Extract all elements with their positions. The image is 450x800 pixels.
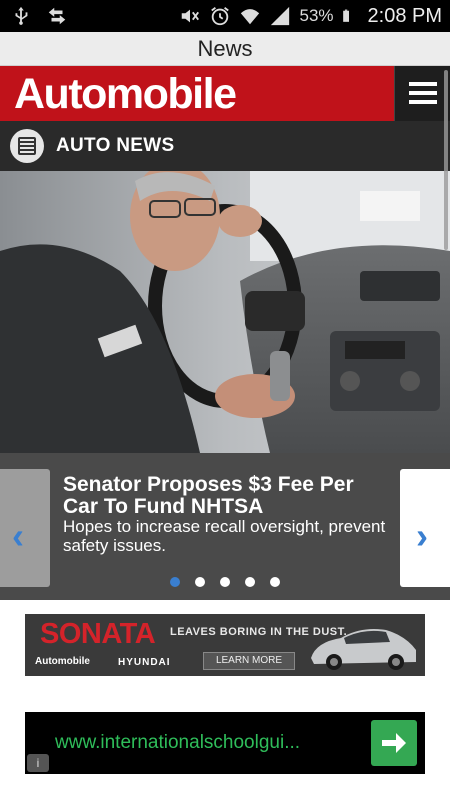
page-title: News (197, 36, 253, 61)
ad-hyundai-logo: HYUNDAI (118, 657, 171, 668)
chevron-left-icon: ‹ (12, 515, 24, 556)
brand-header: Automobile (0, 66, 450, 121)
ad-go-button[interactable] (371, 720, 417, 766)
headline-carousel[interactable]: ‹ Senator Proposes $3 Fee Per Car To Fun… (0, 453, 450, 600)
hero-photo (0, 171, 450, 453)
carousel-dot[interactable] (170, 577, 180, 587)
menu-bar-icon (409, 91, 437, 95)
scroll-indicator[interactable] (444, 70, 448, 250)
ad-automobile-logo: Automobile (35, 656, 90, 667)
section-bar[interactable]: AUTO NEWS (0, 121, 450, 171)
screen: 53% 2:08 PM News Automobile AUTO NEWS ‹ … (0, 0, 450, 800)
sync-icon (48, 7, 66, 25)
status-right-icons: 53% 2:08 PM (179, 4, 442, 28)
ad-title: SONATA (40, 618, 156, 650)
clock: 2:08 PM (367, 4, 442, 27)
wifi-icon (241, 9, 260, 25)
hamburger-menu-button[interactable] (394, 66, 450, 121)
learn-more-button[interactable]: LEARN MORE (203, 652, 295, 670)
mute-icon (182, 9, 200, 23)
carousel-dots (170, 577, 280, 587)
menu-bar-icon (409, 82, 437, 86)
list-icon (10, 129, 44, 163)
signal-icon (271, 6, 290, 26)
brand-logo: Automobile (14, 70, 237, 118)
car-image (311, 629, 416, 670)
text-ad-banner[interactable]: www.internationalschoolgui... i (25, 712, 425, 774)
carousel-prev-button[interactable]: ‹ (0, 469, 50, 587)
sonata-ad-banner[interactable]: SONATA LEAVES BORING IN THE DUST. Automo… (25, 614, 425, 676)
carousel-dot[interactable] (270, 577, 280, 587)
battery-percent: 53% (299, 6, 334, 25)
status-bar: 53% 2:08 PM (0, 0, 450, 32)
title-bar: News (0, 32, 450, 66)
carousel-dot[interactable] (245, 577, 255, 587)
carousel-dot[interactable] (195, 577, 205, 587)
carousel-dot[interactable] (220, 577, 230, 587)
chevron-right-icon: › (416, 515, 428, 556)
ad-url-text[interactable]: www.internationalschoolgui... (55, 712, 300, 774)
arrow-right-icon (382, 733, 406, 753)
section-title: AUTO NEWS (56, 135, 175, 156)
menu-bar-icon (409, 100, 437, 104)
headline-title[interactable]: Senator Proposes $3 Fee Per Car To Fund … (63, 474, 393, 518)
usb-icon (15, 6, 28, 25)
brand-banner[interactable]: Automobile (0, 66, 394, 121)
headline-subtitle: Hopes to increase recall oversight, prev… (63, 517, 386, 555)
article-hero-image[interactable] (0, 171, 450, 453)
battery-icon (342, 9, 349, 22)
status-left-icons (10, 4, 68, 28)
ad-info-icon[interactable]: i (27, 754, 49, 772)
alarm-icon (211, 7, 230, 26)
carousel-next-button[interactable]: › (400, 469, 450, 587)
